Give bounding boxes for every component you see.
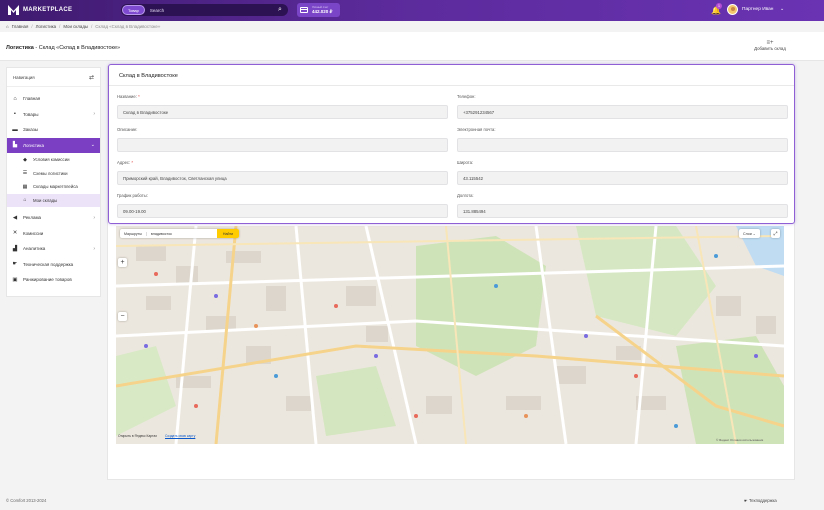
map-footer: Открыть в Яндекс Картах Создать свою кар… — [118, 434, 195, 438]
building-icon: ⌂ — [23, 197, 27, 204]
longitude-label: Долгота: — [457, 193, 474, 198]
map-find-button[interactable]: Найти — [216, 229, 240, 238]
chevron-right-icon: › — [93, 214, 95, 221]
list-icon: ☰ — [22, 170, 28, 177]
support-icon: ☛ — [744, 498, 748, 503]
swap-icon[interactable]: ⇄ — [89, 74, 94, 81]
add-warehouse-button[interactable]: ≡+ Добавить склад — [750, 40, 790, 51]
sidebar-item-analytics[interactable]: ▟ Аналитика › — [7, 241, 100, 257]
chevron-right-icon: › — [93, 245, 95, 252]
page-title: Логистика - Склад «Склад в Владивостоке» — [6, 45, 121, 51]
user-name[interactable]: Партнер Иван — [742, 7, 773, 12]
sidebar-header: Навигация ⇄ — [7, 68, 100, 87]
warehouse-icon: ▦ — [22, 183, 28, 190]
map-search-toolbar: Маршруты владивосток Найти — [120, 229, 240, 238]
create-map-link[interactable]: Создать свою карту — [165, 434, 195, 438]
search-icon[interactable]: ⌕ — [275, 5, 285, 15]
latitude-label: Широта: — [457, 160, 474, 165]
map-routes-button[interactable]: Маршруты — [120, 231, 147, 236]
zoom-in-button[interactable]: + — [118, 258, 127, 267]
zoom-out-button[interactable]: − — [118, 312, 127, 321]
fullscreen-icon[interactable]: ⤢ — [771, 229, 780, 238]
home-icon: ⌂ — [13, 95, 17, 102]
sidebar-subitem-my-warehouses[interactable]: ⌂ Мои склады — [7, 193, 100, 207]
avatar[interactable] — [727, 4, 738, 15]
wallet-icon — [300, 7, 308, 13]
megaphone-icon: ◀ — [12, 214, 18, 221]
sidebar-item-commissions[interactable]: ✕ Комиссии — [7, 226, 100, 242]
sidebar-subitem-logistics-schemes[interactable]: ☰ Схемы логистики — [7, 167, 100, 181]
latitude-field[interactable]: 43.115542 — [457, 171, 788, 185]
logo-icon — [8, 5, 19, 15]
box-icon: ▪ — [14, 111, 16, 118]
support-icon: ☛ — [12, 261, 18, 268]
name-label: Название: * — [117, 94, 140, 99]
breadcrumb-warehouses[interactable]: Мои склады — [63, 24, 88, 29]
map-copyright[interactable]: © Яндекс Условия использования — [716, 438, 763, 442]
panel-title: Склад в Владивостоке — [119, 73, 178, 79]
sidebar-item-orders[interactable]: ▬ Заказы — [7, 122, 100, 138]
cart-icon: ▬ — [12, 126, 18, 133]
chevron-down-icon[interactable]: ⌄ — [780, 6, 784, 12]
sidebar-item-goods[interactable]: ▪ Товары › — [7, 107, 100, 123]
tag-icon: ◆ — [23, 156, 27, 163]
description-field[interactable] — [117, 138, 448, 152]
sidebar-subitem-commission-terms[interactable]: ◆ Условия комиссии — [7, 153, 100, 167]
truck-icon: ▙ — [12, 142, 18, 149]
address-field[interactable]: Приморский край, Владивосток, Светланска… — [117, 171, 448, 185]
longitude-field[interactable]: 131.885494 — [457, 204, 788, 218]
breadcrumb-current: Склад «Склад в Владивостоке» — [95, 24, 161, 29]
sidebar-item-logistics[interactable]: ▙ Логистика ⌄ — [7, 137, 100, 153]
schedule-field[interactable]: 09.00-19.00 — [117, 204, 448, 218]
sidebar: Навигация ⇄ ⌂ Главная ▪ Товары › ▬ Заказы ▙ Л… — [6, 67, 101, 297]
add-warehouse-label: Добавить склад — [754, 46, 786, 51]
search-bar: Товар Search ⌕ — [121, 4, 288, 16]
page-header — [0, 32, 824, 61]
top-bar: MARKETPLACE Товар Search ⌕ Личный счет 4… — [0, 0, 824, 21]
support-link[interactable]: ☛ Техподдержка — [744, 498, 777, 503]
percent-icon: ✕ — [12, 230, 18, 237]
search-scope-select[interactable]: Товар — [122, 5, 145, 15]
chart-icon: ▟ — [12, 245, 18, 252]
brand-logo[interactable]: MARKETPLACE — [8, 5, 72, 15]
phone-field[interactable]: +375291234567 — [457, 105, 788, 119]
brand-name: MARKETPLACE — [23, 7, 73, 13]
warehouse-form-panel: Склад в Владивостоке Название: * Склад в… — [108, 64, 795, 224]
email-label: Электронная почта: — [457, 127, 496, 132]
chevron-right-icon: › — [93, 111, 95, 118]
map-tiles — [116, 226, 784, 444]
map-layers-button[interactable]: Слои ⌄ — [739, 229, 760, 238]
breadcrumb-home[interactable]: Главная — [12, 24, 29, 29]
sidebar-item-ads[interactable]: ◀ Реклама › — [7, 210, 100, 226]
search-input[interactable]: Search — [150, 8, 275, 13]
footer-copyright: © Comfort 2013-2024 — [6, 498, 47, 503]
sidebar-subitem-marketplace-warehouses[interactable]: ▦ Склады маркетплейса — [7, 180, 100, 194]
map-search-input[interactable]: владивосток — [147, 232, 217, 236]
breadcrumb-logistics[interactable]: Логистика — [36, 24, 57, 29]
notification-badge: 1 — [716, 3, 722, 9]
chevron-down-icon: ⌄ — [90, 142, 95, 149]
breadcrumb: ⌂ Главная / Логистика / Мои склады / Скл… — [6, 24, 161, 29]
phone-label: Телефон: — [457, 94, 476, 99]
balance-value: 442.020 ₽ — [312, 9, 333, 14]
sidebar-title: Навигация — [13, 74, 35, 80]
ranking-icon: ▣ — [12, 276, 18, 283]
description-label: Описание: — [117, 127, 138, 132]
map-view[interactable] — [116, 226, 784, 444]
address-label: Адрес: * — [117, 160, 133, 165]
open-in-yandex-link[interactable]: Открыть в Яндекс Картах — [118, 434, 157, 438]
sidebar-item-support[interactable]: ☛ Техническая поддержка — [7, 257, 100, 273]
home-icon: ⌂ — [6, 24, 9, 29]
name-field[interactable]: Склад в Владивостоке — [117, 105, 448, 119]
sidebar-item-home[interactable]: ⌂ Главная — [7, 91, 100, 107]
schedule-label: График работы: — [117, 193, 148, 198]
sidebar-item-ranking[interactable]: ▣ Ранжирование товаров — [7, 272, 100, 288]
balance-widget[interactable]: Личный счет 442.020 ₽ — [297, 3, 340, 17]
email-field[interactable] — [457, 138, 788, 152]
